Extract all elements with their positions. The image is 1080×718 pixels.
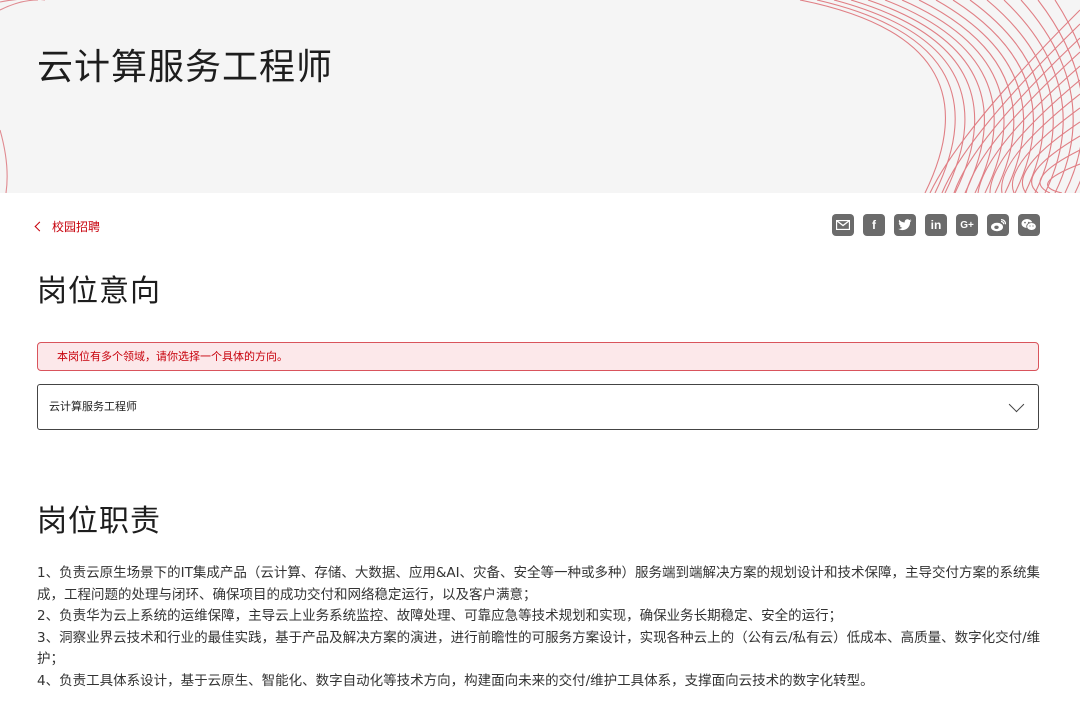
twitter-icon[interactable]	[894, 214, 916, 236]
alert-text: 本岗位有多个领域，请你选择一个具体的方向。	[57, 350, 288, 363]
decorative-lines	[0, 0, 1080, 193]
facebook-icon[interactable]: f	[863, 214, 885, 236]
weibo-icon[interactable]	[987, 214, 1009, 236]
chevron-down-icon	[1008, 396, 1025, 413]
linkedin-icon[interactable]: in	[925, 214, 947, 236]
hero-banner: 云计算服务工程师	[0, 0, 1080, 193]
list-item: 2、负责华为云上系统的运维保障，主导云上业务系统监控、故障处理、可靠应急等技术规…	[37, 608, 843, 624]
duties-list: 1、负责云原生场景下的IT集成产品（云计算、存储、大数据、应用&AI、灾备、安全…	[37, 563, 1042, 692]
list-item: 4、负责工具体系设计，基于云原生、智能化、数字自动化等技术方向，构建面向未来的交…	[37, 672, 874, 689]
email-icon[interactable]	[832, 214, 854, 236]
google-plus-icon[interactable]: G+	[956, 214, 978, 236]
list-item: 1、负责云原生场景下的IT集成产品（云计算、存储、大数据、应用&AI、灾备、安全…	[37, 565, 1041, 603]
back-link-campus-recruitment[interactable]: 校园招聘	[34, 216, 101, 236]
back-link-label: 校园招聘	[52, 219, 101, 234]
share-bar: f in G+	[832, 214, 1040, 236]
page-title: 云计算服务工程师	[37, 47, 334, 88]
position-direction-select[interactable]: 云计算服务工程师	[37, 384, 1039, 430]
duties-heading: 岗位职责	[37, 504, 161, 539]
select-value: 云计算服务工程师	[49, 400, 137, 413]
chevron-left-icon	[34, 221, 45, 232]
list-item: 3、洞察业界云技术和行业的最佳实践，基于产品及解决方案的演进，进行前瞻性的可服务…	[37, 629, 1041, 668]
direction-alert: 本岗位有多个领域，请你选择一个具体的方向。	[37, 342, 1039, 371]
intent-heading: 岗位意向	[37, 274, 161, 309]
wechat-icon[interactable]	[1018, 214, 1040, 236]
